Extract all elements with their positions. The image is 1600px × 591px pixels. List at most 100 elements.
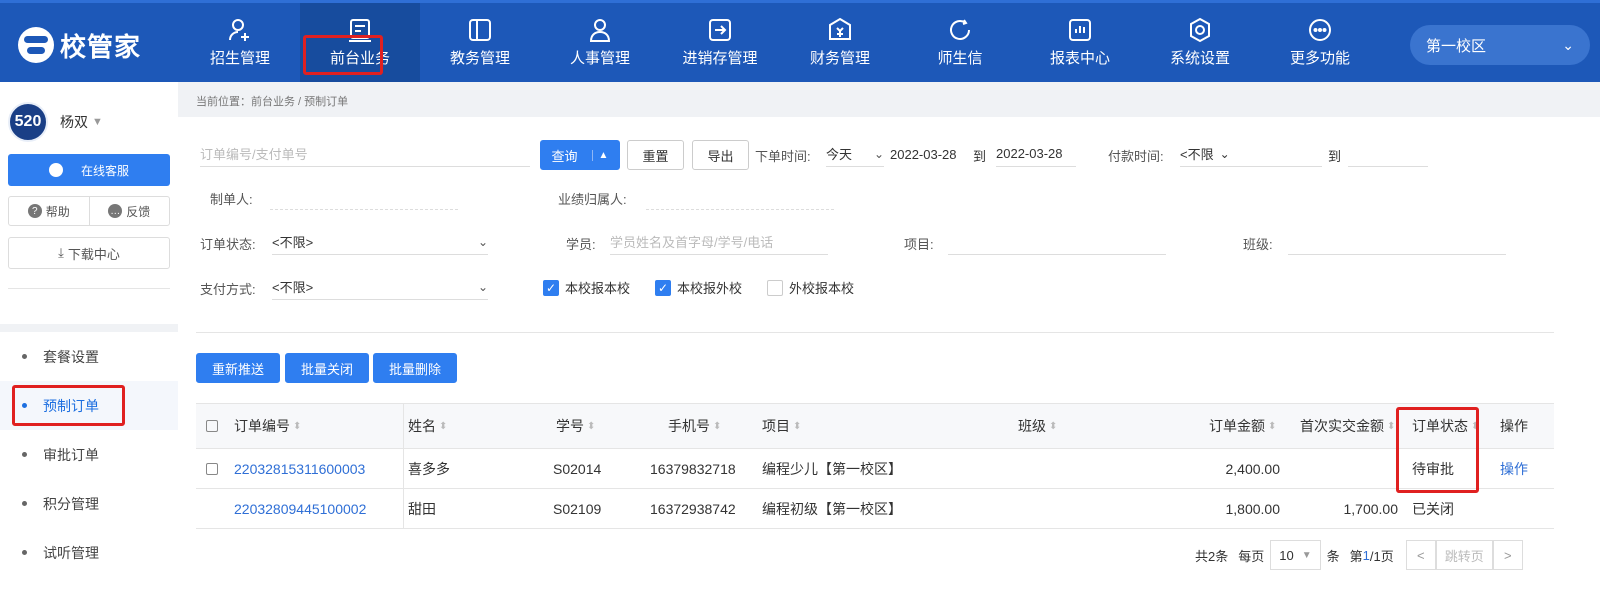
nav-item-reports[interactable]: 报表中心: [1020, 3, 1140, 82]
chevron-down-icon: ⌄: [477, 279, 488, 294]
caret-down-icon: ▼: [92, 116, 103, 128]
sort-icon: ⬍: [1268, 420, 1277, 432]
next-page-button[interactable]: >: [1492, 540, 1523, 570]
col-name[interactable]: 姓名 ⬍: [408, 404, 447, 448]
download-center-button[interactable]: ⤓ 下载中心: [8, 237, 170, 269]
pay-time-to-input[interactable]: [1348, 141, 1428, 167]
select-all-checkbox[interactable]: [206, 404, 218, 448]
project-input[interactable]: [948, 229, 1166, 255]
nav-item-inventory[interactable]: 进销存管理: [660, 3, 780, 82]
per-page-label: 每页: [1238, 548, 1265, 564]
col-project[interactable]: 项目 ⬍: [762, 404, 801, 448]
query-button[interactable]: 查询 ▲: [540, 140, 620, 170]
repush-button[interactable]: 重新推送: [196, 353, 280, 383]
nav-item-academic[interactable]: 教务管理: [420, 3, 540, 82]
page-size-select[interactable]: 10 ▼: [1270, 540, 1321, 570]
user-add-icon: [227, 17, 253, 43]
creator-input[interactable]: [270, 184, 458, 210]
person-icon: [587, 17, 613, 43]
book-icon: [467, 17, 493, 43]
col-student-no[interactable]: 学号 ⬍: [556, 404, 595, 448]
cell-amount: 1,800.00: [1225, 500, 1281, 517]
pay-method-select[interactable]: <不限> ⌄: [272, 274, 488, 300]
check-icon: ✓: [655, 279, 671, 296]
operate-link[interactable]: 操作: [1500, 449, 1528, 488]
date-from-input[interactable]: 2022-03-28: [890, 141, 970, 167]
batch-close-button[interactable]: 批量关闭: [285, 353, 369, 383]
cell-name: 甜田: [408, 500, 436, 517]
date-range-separator: 到: [973, 149, 987, 164]
comment-icon: …: [108, 204, 123, 218]
nav-item-more[interactable]: 更多功能: [1260, 3, 1380, 82]
cell-first-paid: [1336, 449, 1398, 488]
order-time-preset-select[interactable]: 今天 ⌄: [826, 141, 884, 167]
checkbox-other-to-local[interactable]: 外校报本校: [767, 278, 854, 297]
sidebar-item-trial[interactable]: 试听管理: [0, 528, 178, 577]
nav-item-settings[interactable]: 系统设置: [1140, 3, 1260, 82]
chevron-up-icon[interactable]: ▲: [591, 149, 608, 161]
prev-page-button[interactable]: <: [1405, 540, 1436, 570]
cell-name: 喜多多: [408, 460, 450, 477]
col-first-paid[interactable]: 首次实交金额 ⬍: [1300, 404, 1395, 448]
col-order-no[interactable]: 订单编号 ⬍: [234, 404, 301, 448]
user-name: 杨双: [60, 114, 88, 130]
sidebar-item-points[interactable]: 积分管理: [0, 479, 178, 528]
logo[interactable]: 校管家: [18, 25, 141, 65]
sort-icon: ⬍: [587, 420, 596, 432]
sidebar-item-approve-order[interactable]: 审批订单: [0, 430, 178, 479]
class-input[interactable]: [1288, 229, 1506, 255]
table-row: 22032815311600003 喜多多 S02014 16379832718…: [196, 449, 1554, 489]
filter-divider: [196, 332, 1554, 333]
nav-item-hr[interactable]: 人事管理: [540, 3, 660, 82]
nav-item-recruit[interactable]: 招生管理: [180, 3, 300, 82]
cell-amount: 2,400.00: [1225, 460, 1281, 477]
pay-time-select[interactable]: <不限 ⌄: [1180, 141, 1322, 167]
jump-page-input[interactable]: 跳转页: [1435, 540, 1493, 570]
col-class[interactable]: 班级 ⬍: [1018, 404, 1057, 448]
owner-input[interactable]: [646, 184, 834, 210]
highlight-box-status: [1396, 407, 1479, 493]
user-menu[interactable]: 520 杨双 ▼: [8, 102, 103, 142]
order-no-link[interactable]: 22032809445100002: [234, 489, 366, 528]
finance-icon: [827, 17, 853, 43]
sort-icon: ⬍: [1387, 420, 1396, 432]
nav-item-finance[interactable]: 财务管理: [780, 3, 900, 82]
table-header: 订单编号 ⬍ 姓名 ⬍ 学号 ⬍ 手机号 ⬍ 项目 ⬍ 班级 ⬍ 订单金额 ⬍ 首次实交金额 ⬍…: [196, 403, 1554, 449]
student-input[interactable]: 学员姓名及首字母/学号/电话: [610, 229, 828, 255]
order-no-input[interactable]: 订单编号/支付单号: [200, 141, 530, 167]
caret-down-icon: ▼: [1301, 549, 1312, 561]
cell-phone: 16379832718: [650, 460, 736, 477]
logo-icon: [18, 27, 54, 63]
chevron-down-icon: ⌄: [1219, 146, 1230, 161]
nav-item-messaging[interactable]: 师生信: [900, 3, 1020, 82]
checkbox-local-to-local[interactable]: ✓ 本校报本校: [543, 278, 630, 297]
date-to-input[interactable]: 2022-03-28: [996, 141, 1076, 167]
status-select[interactable]: <不限> ⌄: [272, 229, 488, 255]
cell-phone: 16372938742: [650, 500, 736, 517]
sidebar-divider: [8, 288, 170, 289]
feedback-button[interactable]: … 反馈: [90, 197, 170, 225]
pay-range-separator: 到: [1328, 149, 1342, 164]
campus-select[interactable]: 第一校区 ⌄: [1410, 25, 1590, 65]
page-prefix: 第: [1349, 548, 1363, 564]
order-no-link[interactable]: 22032815311600003: [234, 449, 365, 488]
cell-project: 编程初级【第一校区】: [762, 500, 902, 517]
col-amount[interactable]: 订单金额 ⬍: [1209, 404, 1276, 448]
reset-button[interactable]: 重置: [627, 140, 684, 170]
sidebar-item-package[interactable]: 套餐设置: [0, 332, 178, 381]
cell-student-no: S02109: [553, 500, 602, 517]
online-service-button[interactable]: 在线客服: [8, 154, 170, 186]
export-button[interactable]: 导出: [692, 140, 749, 170]
batch-delete-button[interactable]: 批量删除: [373, 353, 457, 383]
student-label: 学员:: [566, 237, 596, 252]
chevron-right-icon: >: [1503, 547, 1512, 563]
cell-project: 编程少儿【第一校区】: [762, 460, 902, 477]
col-phone[interactable]: 手机号 ⬍: [668, 404, 721, 448]
page-total: /1页: [1369, 548, 1394, 564]
help-button[interactable]: ? 帮助: [9, 197, 90, 225]
chat-icon: [48, 163, 63, 177]
pay-time-label: 付款时间:: [1108, 149, 1164, 164]
checkbox-local-to-other[interactable]: ✓ 本校报外校: [655, 278, 742, 297]
row-checkbox[interactable]: [206, 449, 218, 488]
report-icon: [1067, 17, 1093, 43]
